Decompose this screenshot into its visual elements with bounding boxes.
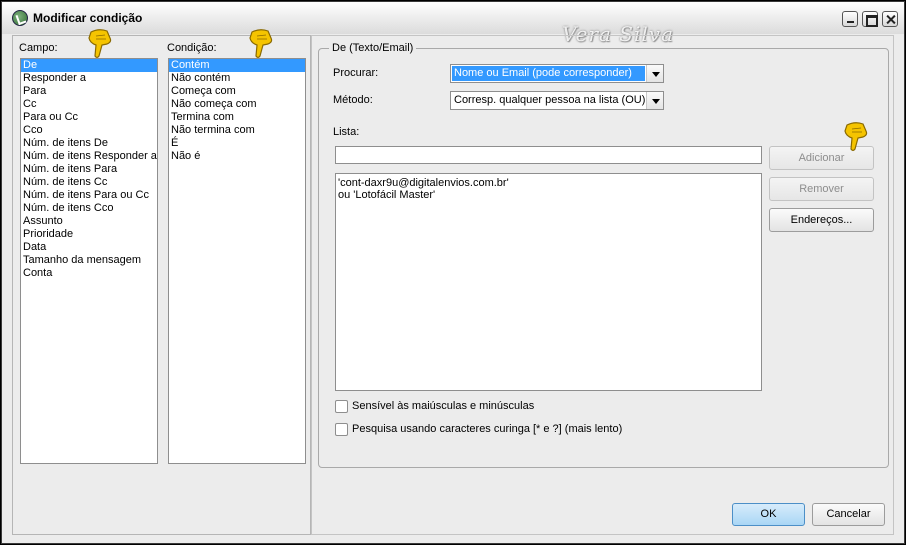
field-list-label: Campo: — [19, 42, 58, 54]
case-sensitive-checkbox[interactable] — [335, 400, 348, 413]
close-icon[interactable] — [882, 11, 898, 27]
maximize-icon[interactable] — [862, 11, 878, 27]
pointing-hand-icon — [249, 29, 273, 59]
search-dropdown-value: Nome ou Email (pode corresponder) — [452, 66, 645, 81]
wildcard-label: Pesquisa usando caracteres curinga [* e … — [352, 423, 623, 435]
pointing-hand-icon — [88, 29, 112, 59]
list-entry-input[interactable] — [335, 146, 762, 164]
group-legend: De (Texto/Email) — [329, 42, 417, 54]
condition-list-label: Condição: — [167, 42, 217, 54]
list-line: ou 'Lotofácil Master' — [338, 189, 436, 201]
condition-listbox[interactable]: Contém Não contém Começa com Não começa com… — [168, 58, 306, 464]
field-list-item[interactable]: Conta — [21, 267, 157, 280]
field-list-item[interactable]: Para — [21, 85, 157, 98]
condition-list-item[interactable]: É — [169, 137, 305, 150]
condition-list-item[interactable]: Não é — [169, 150, 305, 163]
addresses-button[interactable]: Endereços... — [769, 208, 874, 232]
window-title: Modificar condição — [33, 11, 143, 25]
list-line: 'cont-daxr9u@digitalenvios.com.br' — [338, 177, 509, 189]
minimize-icon[interactable] — [842, 11, 858, 27]
field-list-item[interactable]: Núm. de itens Para ou Cc — [21, 189, 157, 202]
field-list-item[interactable]: Tamanho da mensagem — [21, 254, 157, 267]
wildcard-checkbox[interactable] — [335, 423, 348, 436]
field-list-item[interactable]: Cco — [21, 124, 157, 137]
field-list-item[interactable]: Núm. de itens De — [21, 137, 157, 150]
remove-button[interactable]: Remover — [769, 177, 874, 201]
criteria-panel: Campo: Condição: De Responder a Para Cc Para… — [12, 29, 311, 535]
field-listbox[interactable]: De Responder a Para Cc Para ou Cc Cco Núm. de … — [20, 58, 158, 464]
condition-list-item[interactable]: Começa com — [169, 85, 305, 98]
method-dropdown-value: Corresp. qualquer pessoa na lista (OU) — [454, 94, 646, 106]
method-label: Método: — [333, 94, 373, 106]
search-label: Procurar: — [333, 67, 379, 79]
field-list-item[interactable]: Assunto — [21, 215, 157, 228]
condition-list-item[interactable]: Contém — [169, 59, 305, 72]
field-list-item[interactable]: De — [21, 59, 157, 72]
pointing-hand-icon — [844, 122, 868, 152]
chevron-down-icon[interactable] — [646, 65, 663, 82]
field-list-item[interactable]: Cc — [21, 98, 157, 111]
ok-button[interactable]: OK — [732, 503, 805, 526]
condition-list-item[interactable]: Termina com — [169, 111, 305, 124]
field-list-item[interactable]: Núm. de itens Cco — [21, 202, 157, 215]
condition-list-item[interactable]: Não contém — [169, 72, 305, 85]
condition-list-item[interactable]: Não termina com — [169, 124, 305, 137]
search-dropdown[interactable]: Nome ou Email (pode corresponder) — [450, 64, 664, 83]
condition-list-item[interactable]: Não começa com — [169, 98, 305, 111]
field-list-item[interactable]: Responder a — [21, 72, 157, 85]
field-list-item[interactable]: Núm. de itens Responder a — [21, 150, 157, 163]
field-list-item[interactable]: Para ou Cc — [21, 111, 157, 124]
from-group: De (Texto/Email) Procurar: Nome ou Email… — [318, 42, 889, 468]
list-label: Lista: — [333, 126, 360, 138]
method-dropdown[interactable]: Corresp. qualquer pessoa na lista (OU) — [450, 91, 664, 110]
condition-details-panel: De (Texto/Email) Procurar: Nome ou Email… — [311, 35, 894, 535]
app-icon — [12, 10, 28, 26]
field-list-item[interactable]: Data — [21, 241, 157, 254]
chevron-down-icon[interactable] — [646, 92, 663, 109]
dialog-window: Modificar condição Vera Silva Campo: Con… — [1, 1, 905, 544]
title-bar[interactable]: Modificar condição Vera Silva — [2, 2, 904, 46]
list-textarea[interactable]: 'cont-daxr9u@digitalenvios.com.br' ou 'L… — [335, 173, 762, 391]
field-list-item[interactable]: Prioridade — [21, 228, 157, 241]
field-list-item[interactable]: Núm. de itens Cc — [21, 176, 157, 189]
cancel-button[interactable]: Cancelar — [812, 503, 885, 526]
field-list-item[interactable]: Núm. de itens Para — [21, 163, 157, 176]
case-sensitive-label: Sensível às maiúsculas e minúsculas — [352, 400, 535, 412]
